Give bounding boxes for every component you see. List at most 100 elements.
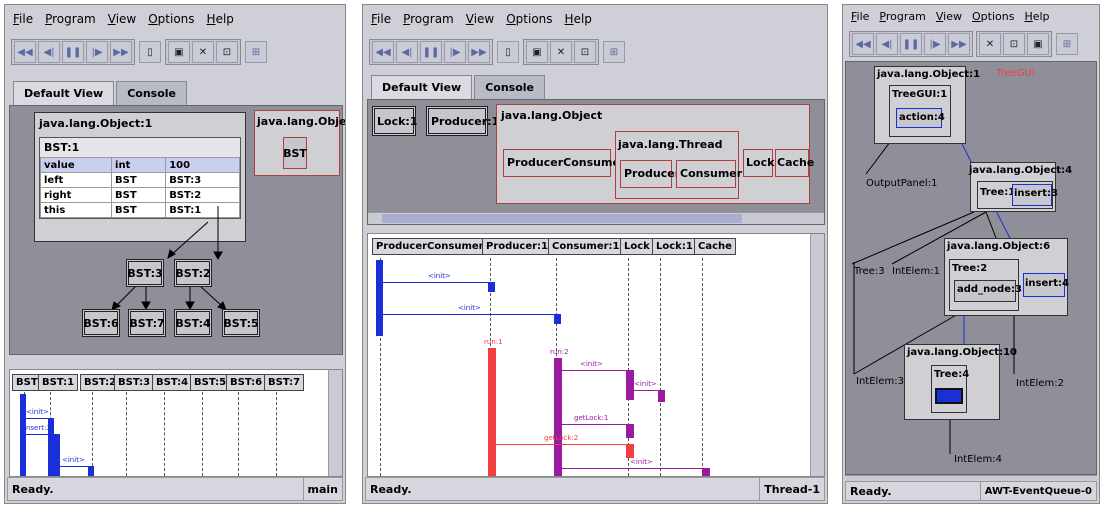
menu-program[interactable]: Program	[879, 10, 925, 23]
tree4-box: Tree:4 insert	[931, 365, 969, 413]
cache-box[interactable]: Cache	[775, 149, 814, 177]
tree4-insert-box[interactable]: insert	[935, 388, 963, 404]
step-forward-icon[interactable]: |▶	[86, 41, 108, 63]
tree1-box: Tree:1 insert:3	[977, 181, 1058, 209]
menu-help[interactable]: Help	[1024, 10, 1049, 23]
menu-view[interactable]: View	[936, 10, 962, 23]
pause-icon[interactable]: ❚❚	[900, 33, 922, 55]
thread-consumer-box[interactable]: Consumer	[676, 160, 742, 188]
lifeline-header[interactable]: Consumer:1	[548, 238, 624, 255]
tree-icon[interactable]: ⊞	[245, 41, 267, 63]
menu-file[interactable]: File	[13, 12, 33, 26]
step-back-icon[interactable]: ◀|	[396, 41, 418, 63]
producer1-box[interactable]: Producer:1	[426, 106, 499, 136]
pc-box[interactable]: ProducerConsumer	[503, 149, 625, 177]
menu-help[interactable]: Help	[207, 12, 234, 26]
node-bst2[interactable]: BST:2	[174, 259, 212, 287]
vertical-scrollbar[interactable]	[810, 234, 824, 476]
node-bst5[interactable]: BST:5	[222, 309, 260, 337]
tab-console[interactable]: Console	[116, 81, 187, 105]
message-run1: run:1	[484, 338, 503, 346]
menu-options[interactable]: Options	[506, 12, 552, 26]
menu-file[interactable]: File	[371, 12, 391, 26]
expand-icon[interactable]: ⊡	[216, 41, 238, 63]
tree-icon[interactable]: ⊞	[1056, 33, 1078, 55]
window-icon[interactable]: ▣	[1027, 33, 1049, 55]
node-bst6[interactable]: BST:6	[82, 309, 120, 337]
insert3-box[interactable]: insert:3	[1012, 184, 1058, 206]
action-box[interactable]: action:4	[896, 108, 945, 128]
activation-bst	[20, 394, 26, 476]
lifeline-header[interactable]: BST:1	[38, 374, 79, 391]
fast-forward-icon[interactable]: ▶▶	[468, 41, 490, 63]
step-back-icon[interactable]: ◀|	[38, 41, 60, 63]
pause-icon[interactable]: ❚❚	[62, 41, 84, 63]
activation-pc	[376, 260, 383, 336]
step-forward-icon[interactable]: |▶	[924, 33, 946, 55]
node-bst7[interactable]: BST:7	[128, 309, 166, 337]
shrink-icon[interactable]: ✕	[192, 41, 214, 63]
menu-program[interactable]: Program	[403, 12, 454, 26]
lifeline-header[interactable]: Producer:1	[482, 238, 553, 255]
toolbar: ◀◀ ◀| ❚❚ |▶ ▶▶ ✕ ⊡ ▣ ⊞	[849, 29, 1079, 59]
lifeline-header[interactable]: Cache	[694, 238, 736, 255]
thread-box: java.lang.Thread Producer Consumer	[615, 131, 742, 199]
status-bar: Ready. Thread-1	[365, 477, 825, 501]
menu-view[interactable]: View	[466, 12, 494, 26]
lifeline-header[interactable]: BST:3	[114, 374, 155, 391]
horizontal-scrollbar[interactable]	[368, 212, 824, 224]
menu-view[interactable]: View	[108, 12, 136, 26]
message-line	[26, 418, 48, 419]
shrink-icon[interactable]: ✕	[550, 41, 572, 63]
activation-consumer-run	[554, 358, 562, 476]
lifeline-header[interactable]: BST:6	[226, 374, 267, 391]
lifeline	[276, 392, 277, 476]
document-icon[interactable]: ▯	[497, 41, 519, 63]
tab-console[interactable]: Console	[474, 75, 545, 99]
menu-program[interactable]: Program	[45, 12, 96, 26]
menu-help[interactable]: Help	[565, 12, 592, 26]
rewind-icon[interactable]: ◀◀	[852, 33, 874, 55]
expand-icon[interactable]: ⊡	[574, 41, 596, 63]
lock1-box[interactable]: Lock:1	[372, 106, 417, 136]
intelem4-label: IntElem:4	[954, 454, 1002, 465]
activation-lock-2	[626, 424, 634, 438]
intelem1-label: IntElem:1	[892, 266, 940, 277]
rewind-icon[interactable]: ◀◀	[14, 41, 36, 63]
step-back-icon[interactable]: ◀|	[876, 33, 898, 55]
menu-file[interactable]: File	[851, 10, 869, 23]
menu-options[interactable]: Options	[148, 12, 194, 26]
lifeline-header[interactable]: Lock:1	[652, 238, 697, 255]
rewind-icon[interactable]: ◀◀	[372, 41, 394, 63]
message-line	[60, 466, 88, 467]
tab-default-view[interactable]: Default View	[371, 75, 473, 99]
node-bst3[interactable]: BST:3	[126, 259, 164, 287]
pause-icon[interactable]: ❚❚	[420, 41, 442, 63]
step-forward-icon[interactable]: |▶	[444, 41, 466, 63]
window-icon[interactable]: ▣	[168, 41, 190, 63]
window-icon[interactable]: ▣	[526, 41, 548, 63]
activation-bst1b	[54, 434, 60, 476]
window-producer-consumer: File Program View Options Help ◀◀ ◀| ❚❚ …	[362, 4, 828, 504]
thread-producer-box[interactable]: Producer	[620, 160, 680, 188]
lifeline-header[interactable]: BST:7	[264, 374, 305, 391]
vertical-scrollbar[interactable]	[328, 370, 342, 476]
fast-forward-icon[interactable]: ▶▶	[948, 33, 970, 55]
lifeline-header[interactable]: Lock	[620, 238, 654, 255]
lifeline-header[interactable]: ProducerConsumer	[372, 238, 488, 255]
tab-default-view[interactable]: Default View	[13, 81, 115, 105]
lock-box[interactable]: Lock	[743, 149, 774, 177]
tree-icon[interactable]: ⊞	[603, 41, 625, 63]
add-node-box[interactable]: add_node:3	[954, 280, 1022, 302]
node-bst4[interactable]: BST:4	[174, 309, 212, 337]
sequence-panel: BST BST:1 BST:2 BST:3 BST:4 BST:5 BST:6 BST:7 <…	[9, 369, 343, 477]
scroll-thumb[interactable]	[382, 214, 742, 223]
menu-options[interactable]: Options	[972, 10, 1014, 23]
fast-forward-icon[interactable]: ▶▶	[110, 41, 132, 63]
lifeline-header[interactable]: BST:4	[152, 374, 193, 391]
shrink-icon[interactable]: ✕	[979, 33, 1001, 55]
insert4-box[interactable]: insert:4	[1023, 273, 1069, 297]
lifeline-header[interactable]: BST:5	[190, 374, 231, 391]
expand-icon[interactable]: ⊡	[1003, 33, 1025, 55]
document-icon[interactable]: ▯	[139, 41, 161, 63]
